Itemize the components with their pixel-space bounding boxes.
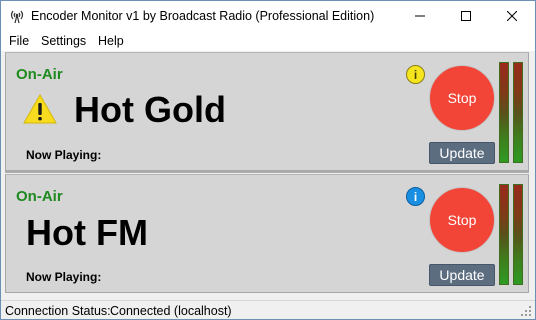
menu-help[interactable]: Help [98,34,124,48]
resize-grip-icon[interactable] [521,306,532,317]
title-bar[interactable]: Encoder Monitor v1 by Broadcast Radio (P… [1,1,535,31]
antenna-broadcast-icon [10,10,24,24]
level-meter-right [513,62,523,163]
close-icon [507,11,517,21]
minimize-button[interactable] [397,1,443,31]
maximize-icon [461,11,471,21]
menu-settings[interactable]: Settings [41,34,86,48]
info-icon[interactable]: i [406,65,425,84]
stop-button[interactable]: Stop [429,187,495,253]
menu-file[interactable]: File [9,34,29,48]
encoder-panel-hot-gold: On-Air Hot Gold Now Playing: i Stop Upda… [5,52,529,171]
app-window: Encoder Monitor v1 by Broadcast Radio (P… [0,0,536,320]
level-meter-right [513,184,523,285]
connection-status-value: Connected (localhost) [110,304,232,318]
window-title: Encoder Monitor v1 by Broadcast Radio (P… [31,9,375,23]
info-icon[interactable]: i [406,187,425,206]
level-meter-left [499,62,509,163]
panel-divider [5,171,529,173]
encoder-panel-hot-fm: On-Air Hot FM Now Playing: i Stop Update [5,174,529,293]
minimize-icon [415,15,425,17]
now-playing-label: Now Playing: [26,148,102,162]
update-button[interactable]: Update [429,142,495,164]
station-name: Hot Gold [74,89,226,130]
on-air-label: On-Air [16,66,63,83]
menu-bar: File Settings Help [1,31,535,51]
warning-icon [23,93,57,124]
level-meter-left [499,184,509,285]
maximize-button[interactable] [443,1,489,31]
now-playing-label: Now Playing: [26,270,102,284]
close-button[interactable] [489,1,535,31]
connection-status-label: Connection Status: [5,304,111,318]
status-bar: Connection Status: Connected (localhost) [1,300,535,319]
station-name: Hot FM [26,212,148,253]
update-button[interactable]: Update [429,264,495,286]
on-air-label: On-Air [16,188,63,205]
stop-button[interactable]: Stop [429,65,495,131]
